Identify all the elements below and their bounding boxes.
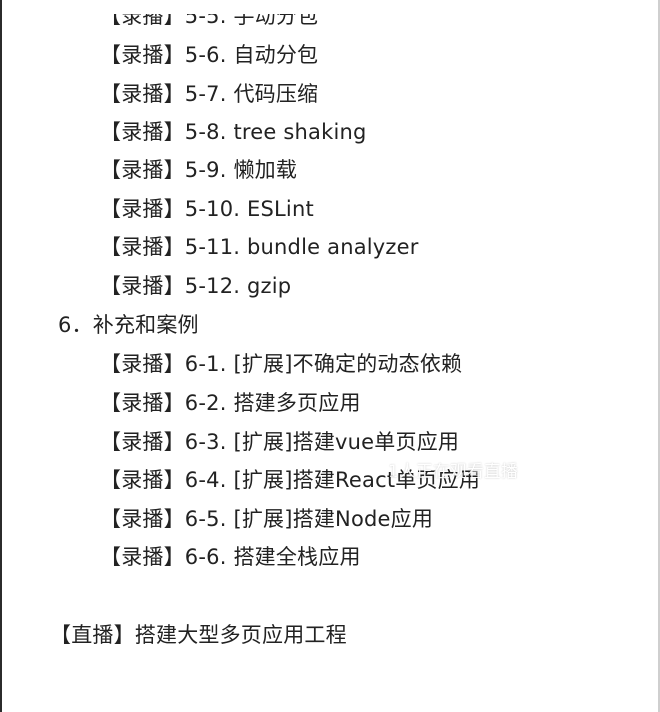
list-item: 【录播】5-6. 自动分包 [100,43,319,67]
list-item: 【录播】5-8. tree shaking [100,120,367,144]
list-item: 【录播】5-10. ESLint [100,197,314,221]
list-item: 【录播】5-11. bundle analyzer [100,235,419,259]
left-border [0,0,2,712]
list-item: 【录播】5-12. gzip [100,274,292,298]
list-item: 【录播】6-2. 搭建多页应用 [100,391,361,415]
list-item: 【录播】5-9. 懒加载 [100,158,298,182]
list-item: 【录播】5-5. 手动分包 [100,4,319,28]
list-item: 【录播】6-4. [扩展]搭建React单页应用 [100,468,481,492]
list-item: 【录播】5-7. 代码压缩 [100,82,319,106]
list-item: 【录播】6-1. [扩展]不确定的动态依赖 [100,352,463,376]
list-item: 【录播】6-6. 搭建全栈应用 [100,545,361,569]
list-item: 【录播】6-5. [扩展]搭建Node应用 [100,507,434,531]
live-session-heading: 【直播】搭建大型多页应用工程 [50,623,347,647]
list-item: 【录播】6-3. [扩展]搭建vue单页应用 [100,430,460,454]
document-page: 【录播】5-5. 手动分包 【录播】5-6. 自动分包 【录播】5-7. 代码压… [0,0,660,712]
section-heading: 6．补充和案例 [58,313,199,337]
